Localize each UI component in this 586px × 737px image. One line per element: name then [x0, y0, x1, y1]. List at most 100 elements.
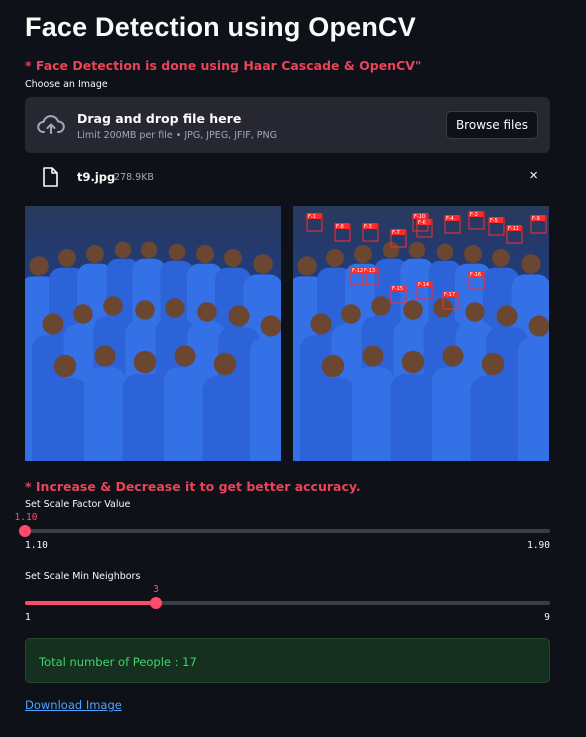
face-label: F-17: [444, 292, 455, 298]
haar-cascade-note: * Face Detection is done using Haar Casc…: [25, 58, 422, 73]
face-label: F-9: [532, 216, 540, 222]
face-label: F-16: [470, 272, 481, 278]
team-photo-original: [25, 241, 281, 461]
head-shape: [224, 249, 242, 267]
dropzone-limit: Limit 200MB per file • JPG, JPEG, JFIF, …: [77, 130, 277, 141]
head-shape: [140, 241, 158, 259]
page-title: Face Detection using OpenCV: [25, 12, 416, 42]
face-label: F-15: [392, 286, 403, 292]
file-name: t9.jpg: [77, 170, 116, 184]
slider-value: 1.10: [14, 512, 38, 523]
head-shape: [465, 302, 485, 322]
head-shape: [253, 254, 273, 274]
face-label: F-8: [336, 224, 344, 230]
face-label: F-14: [418, 282, 429, 288]
head-shape: [341, 304, 361, 324]
jersey-shape: [390, 374, 436, 461]
jersey-shape: [122, 374, 168, 461]
jersey-shape: [164, 367, 206, 461]
slider-track[interactable]: [25, 529, 550, 533]
head-shape: [213, 352, 237, 376]
head-shape: [29, 256, 49, 276]
head-shape: [326, 249, 344, 267]
head-shape: [371, 296, 391, 316]
jersey-shape: [42, 378, 88, 461]
slider-thumb[interactable]: [150, 597, 162, 609]
people-count-text: Total number of People : 17: [39, 655, 197, 669]
head-shape: [135, 300, 155, 320]
head-shape: [58, 249, 76, 267]
face-label: F-4: [446, 216, 454, 222]
file-size: 278.9KB: [114, 172, 154, 183]
head-shape: [401, 350, 425, 374]
head-shape: [94, 345, 116, 367]
head-shape: [260, 315, 281, 337]
head-shape: [73, 304, 93, 324]
face-label: F-6: [418, 220, 426, 226]
slider-max-label: 9: [544, 612, 550, 623]
slider-min-label: 1: [25, 612, 31, 623]
head-shape: [114, 241, 132, 259]
download-image-link[interactable]: Download Image: [25, 698, 122, 712]
face-label: F-11: [508, 226, 519, 232]
head-shape: [321, 354, 345, 378]
choose-image-label: Choose an Image: [25, 79, 108, 90]
head-shape: [362, 345, 384, 367]
head-shape: [496, 305, 518, 327]
face-label: F-12: [352, 268, 363, 274]
cloud-upload-icon: [37, 115, 65, 134]
head-shape: [168, 243, 186, 261]
jersey-shape: [352, 367, 394, 461]
jersey-shape: [202, 376, 248, 461]
head-shape: [464, 245, 482, 263]
face-label: F-7: [392, 230, 400, 236]
scale-factor-label: Set Scale Factor Value: [25, 499, 131, 510]
remove-file-close-icon[interactable]: ×: [529, 167, 538, 184]
face-label: F-10: [414, 214, 425, 220]
head-shape: [354, 245, 372, 263]
jersey-shape: [84, 367, 126, 461]
head-shape: [133, 350, 157, 374]
head-shape: [53, 354, 77, 378]
team-photo-detected: F-1 F-2F-3F-4 F-5F-6F-7F-8F-9F-10F-11F-12 F…: [293, 211, 549, 461]
head-shape: [197, 302, 217, 322]
jersey-shape: [250, 337, 281, 461]
head-shape: [297, 256, 317, 276]
min-neighbors-label: Set Scale Min Neighbors: [25, 571, 141, 582]
face-label: F-3: [364, 224, 372, 230]
head-shape: [103, 296, 123, 316]
head-shape: [310, 313, 332, 335]
head-shape: [408, 241, 426, 259]
head-shape: [196, 245, 214, 263]
jersey-shape: [310, 378, 356, 461]
head-shape: [86, 245, 104, 263]
slider-fill: [25, 601, 156, 605]
head-shape: [528, 315, 549, 337]
face-label: F-2: [470, 212, 478, 218]
head-shape: [42, 313, 64, 335]
head-shape: [442, 345, 464, 367]
head-shape: [165, 298, 185, 318]
head-shape: [436, 243, 454, 261]
jersey-shape: [470, 376, 516, 461]
jersey-shape: [518, 337, 549, 461]
dropzone-title: Drag and drop file here: [77, 111, 242, 126]
jersey-shape: [432, 367, 474, 461]
slider-thumb[interactable]: [19, 525, 31, 537]
file-icon: [43, 167, 58, 187]
face-label: F-1: [308, 214, 316, 220]
head-shape: [174, 345, 196, 367]
uploaded-file-row: t9.jpg 278.9KB ×: [25, 163, 550, 191]
browse-files-button[interactable]: Browse files: [445, 111, 538, 139]
slider-value: 3: [153, 584, 159, 595]
head-shape: [492, 249, 510, 267]
accuracy-note: * Increase & Decrease it to get better a…: [25, 479, 361, 494]
head-shape: [521, 254, 541, 274]
head-shape: [481, 352, 505, 376]
people-count-result: Total number of People : 17: [25, 638, 550, 683]
file-uploader-dropzone[interactable]: Drag and drop file here Limit 200MB per …: [25, 97, 550, 153]
head-shape: [228, 305, 250, 327]
slider-max-label: 1.90: [527, 540, 550, 551]
slider-min-label: 1.10: [25, 540, 48, 551]
detected-faces-image: F-1 F-2 F-3 F-4 F-5 F-6 F-7 F-8 F-9 F-10 F-11 F-12 F…: [293, 206, 549, 461]
